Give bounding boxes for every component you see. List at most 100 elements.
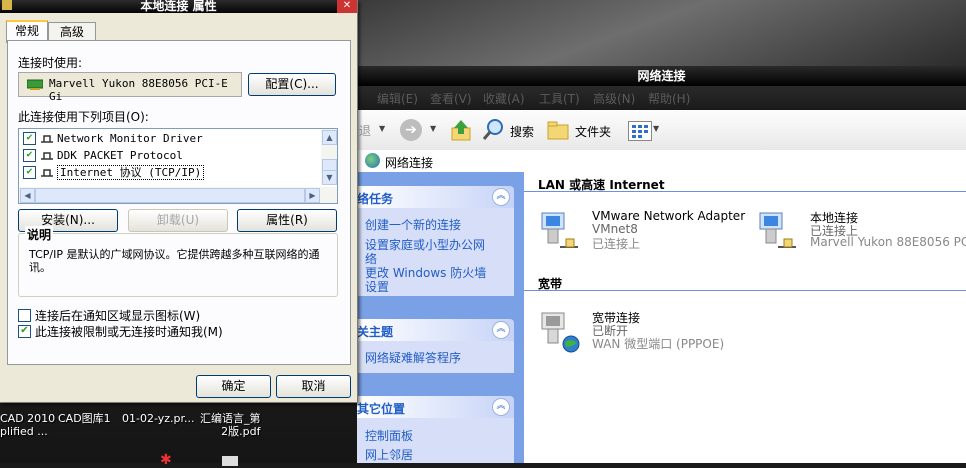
group-divider	[524, 191, 966, 192]
description-text: TCP/IP 是默认的广域网协议。它提供跨越多种互联网络的通讯。	[29, 248, 320, 274]
scroll-left-icon[interactable]: ◀	[20, 188, 35, 203]
menu-tools[interactable]: 工具(T)	[539, 90, 580, 107]
setup-home-network-link[interactable]: 设置家庭或小型办公网络	[365, 238, 490, 266]
connection-vmware[interactable]: VMware Network Adapter VMnet8 已连接上	[538, 209, 745, 255]
task-pane: 络任务 ︽ 创建一个新的连接 设置家庭或小型办公网络 更改 Windows 防火…	[357, 172, 524, 463]
description-group: 说明 TCP/IP 是默认的广域网协议。它提供跨越多种互联网络的通讯。	[18, 226, 338, 297]
view-icon[interactable]	[628, 121, 652, 141]
properties-button[interactable]: 属性(R)	[237, 209, 337, 232]
cancel-button[interactable]: 取消	[276, 375, 351, 398]
network-places-link[interactable]: 网上邻居	[365, 448, 413, 462]
general-tab-page: 连接时使用: Marvell Yukon 88E8056 PCI-E Gi 配置…	[7, 40, 351, 365]
protocol-icon	[41, 152, 53, 160]
back-label[interactable]: 退	[359, 122, 371, 139]
other-places-body: 控制面板 网上邻居	[357, 418, 514, 463]
network-adapter-icon	[27, 79, 43, 90]
chevron-down-icon[interactable]: ▼	[379, 124, 385, 133]
checkbox[interactable]: ✔	[23, 148, 36, 162]
vertical-scrollbar[interactable]: ▲ ▼	[321, 129, 337, 185]
network-connections-window: 网络连接 编辑(E) 查看(V) 收藏(A) 工具(T) 高级(N) 帮助(H)…	[357, 0, 966, 463]
star-icon: ✱	[160, 452, 172, 468]
connection-properties-dialog: 本地连接 属性 ✕ 常规 高级 连接时使用: Marvell Yukon 88E…	[0, 0, 358, 403]
protocol-icon	[41, 169, 53, 177]
ok-button[interactable]: 确定	[196, 375, 271, 398]
window-background	[357, 0, 966, 66]
menu-advanced[interactable]: 高级(N)	[593, 90, 635, 107]
menu-view[interactable]: 查看(V)	[430, 90, 472, 107]
menu-edit[interactable]: 编辑(E)	[377, 90, 418, 107]
connection-device: Marvell Yukon 88E8056 PCI-E ...	[810, 235, 966, 249]
chevron-down-icon[interactable]: ▼	[430, 124, 436, 133]
horizontal-scrollbar[interactable]: ◀ ▶	[19, 187, 337, 203]
troubleshooter-link[interactable]: 网络疑难解答程序	[365, 351, 461, 365]
search-button[interactable]: 搜索	[482, 118, 542, 142]
show-icon-option[interactable]: 连接后在通知区域显示图标(W)	[18, 307, 200, 324]
desktop-icon-label[interactable]: 01-02-yz.pr...	[122, 412, 195, 425]
scroll-right-icon[interactable]: ▶	[305, 188, 320, 203]
firewall-settings-link[interactable]: 更改 Windows 防火墙设置	[365, 266, 495, 294]
chevron-up-icon[interactable]: ︽	[492, 188, 510, 206]
close-icon[interactable]: ✕	[337, 0, 357, 13]
toolbar: 退 ▼ ➔ ▼ 搜索 文件夹 ▼	[357, 110, 966, 151]
document-icon	[222, 456, 238, 466]
scroll-thumb[interactable]	[35, 188, 305, 203]
notify-option[interactable]: ✔ 此连接被限制或无连接时通知我(M)	[18, 323, 223, 340]
checkbox[interactable]	[18, 309, 31, 322]
description-title: 说明	[25, 226, 54, 243]
broadband-connection-icon	[541, 312, 580, 353]
desktop-icon-label[interactable]: 汇编语言_第 2版.pdf	[200, 412, 261, 438]
menu-favorites[interactable]: 收藏(A)	[483, 90, 525, 107]
connection-device: VMnet8	[592, 222, 638, 236]
network-icon	[2, 0, 12, 10]
menu-bar: 编辑(E) 查看(V) 收藏(A) 工具(T) 高级(N) 帮助(H)	[357, 86, 966, 110]
items-label: 此连接使用下列项目(O):	[18, 110, 149, 124]
network-tasks-body: 创建一个新的连接 设置家庭或小型办公网络 更改 Windows 防火墙设置	[357, 208, 514, 296]
folder-icon	[547, 121, 569, 140]
search-label: 搜索	[510, 125, 535, 139]
connection-broadband[interactable]: 宽带连接 已断开 WAN 微型端口 (PPPOE)	[538, 309, 758, 355]
chevron-up-icon[interactable]: ︽	[492, 321, 510, 339]
uninstall-button[interactable]: 卸载(U)	[128, 209, 228, 232]
connect-using-label: 连接时使用:	[18, 56, 83, 70]
desktop-icon-label[interactable]: CAD图库1	[58, 412, 111, 425]
list-item[interactable]: ✔ DDK PACKET Protocol	[23, 148, 313, 164]
configure-button[interactable]: 配置(C)...	[248, 73, 336, 96]
connection-status: 已连接上	[592, 237, 641, 251]
connection-device: WAN 微型端口 (PPPOE)	[592, 337, 725, 351]
network-tasks-header[interactable]: 络任务 ︽	[357, 186, 514, 208]
desktop-icon-label[interactable]: CAD 2010 plified ...	[0, 412, 55, 438]
chevron-up-icon[interactable]: ︽	[492, 398, 510, 416]
list-item-selected[interactable]: ✔ Internet 协议 (TCP/IP)	[23, 165, 313, 181]
adapter-name: Marvell Yukon 88E8056 PCI-E Gi	[49, 77, 228, 103]
window-title: 网络连接	[357, 66, 966, 86]
related-topics-header[interactable]: 关主题 ︽	[357, 319, 514, 341]
scroll-up-icon[interactable]: ▲	[322, 130, 337, 145]
chevron-down-icon[interactable]: ▼	[653, 124, 659, 133]
checkbox[interactable]: ✔	[23, 165, 36, 179]
folders-label: 文件夹	[575, 125, 612, 139]
forward-icon[interactable]: ➔	[400, 119, 422, 141]
adapter-field: Marvell Yukon 88E8056 PCI-E Gi	[18, 72, 242, 103]
checkbox[interactable]: ✔	[18, 325, 31, 338]
connection-local[interactable]: 本地连接 已连接上 Marvell Yukon 88E8056 PCI-E ..…	[756, 209, 966, 255]
related-topics-body: 网络疑难解答程序	[357, 341, 514, 373]
folders-button[interactable]: 文件夹	[547, 118, 615, 142]
components-list: ✔ Network Monitor Driver ✔ DDK PACKET Prot…	[18, 128, 338, 204]
lan-connection-icon	[541, 212, 578, 248]
address-text: 网络连接	[385, 156, 434, 170]
menu-help[interactable]: 帮助(H)	[648, 90, 690, 107]
connection-name: VMware Network Adapter	[592, 209, 746, 223]
group-divider	[524, 290, 966, 291]
tab-advanced[interactable]: 高级	[48, 22, 96, 41]
checkbox[interactable]: ✔	[23, 131, 36, 145]
lan-connection-icon	[759, 212, 796, 248]
protocol-icon	[41, 135, 53, 143]
list-item[interactable]: ✔ Network Monitor Driver	[23, 131, 313, 147]
scroll-down-icon[interactable]: ▼	[322, 170, 337, 185]
create-connection-link[interactable]: 创建一个新的连接	[365, 218, 461, 232]
other-places-header[interactable]: 其它位置 ︽	[357, 396, 514, 418]
search-icon	[482, 119, 503, 140]
control-panel-link[interactable]: 控制面板	[365, 429, 413, 443]
up-folder-icon[interactable]	[450, 118, 472, 142]
address-bar[interactable]: 网络连接	[357, 150, 966, 173]
